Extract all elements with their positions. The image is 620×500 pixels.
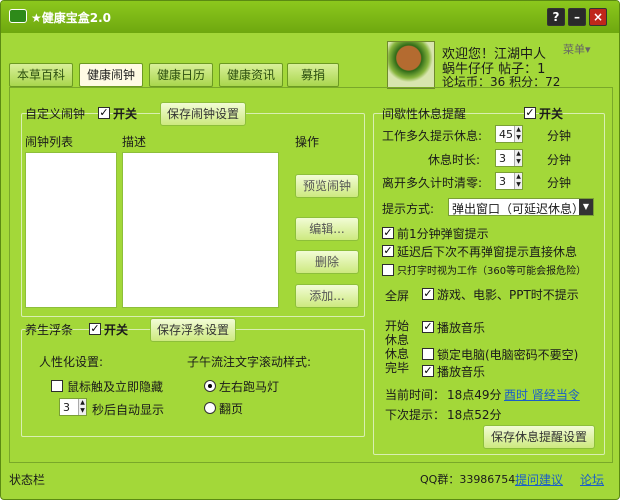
tab-news[interactable]: 健康资讯 <box>219 63 283 87</box>
float-bar-title: 养生浮条 <box>25 323 74 337</box>
delete-alarm-button[interactable]: 删除 <box>295 250 359 274</box>
description-label: 描述 <box>122 135 147 149</box>
qq-group-text: QQ群：33986754 <box>420 473 516 486</box>
stepper-arrows-icon[interactable]: ▲ ▼ <box>514 150 522 166</box>
typing-work-label: 只打字时视为工作（360等可能会报危险） <box>397 266 587 277</box>
stepper-arrows-icon[interactable]: ▲ ▼ <box>514 173 522 189</box>
stepper-arrows-icon[interactable]: ▲ ▼ <box>78 399 86 415</box>
rest-finish-label: 休息完毕 <box>385 347 410 375</box>
flip-radio[interactable] <box>204 402 216 414</box>
hide-on-touch-label: 鼠标触及立即隐藏 <box>67 380 164 394</box>
custom-alarm-title: 自定义闹钟 <box>25 107 86 121</box>
float-bar-checkbox[interactable]: ✓ <box>89 323 101 335</box>
lock-computer-checkbox[interactable] <box>422 348 434 360</box>
avatar <box>387 41 435 89</box>
app-window: ★健康宝盒2.0 ? – × 欢迎您！江湖中人 蜗牛仔仔 帖子：1 论坛币：36… <box>0 0 620 500</box>
alarm-list-label: 闹钟列表 <box>25 135 74 149</box>
minute-unit: 分钟 <box>547 153 572 167</box>
suggestion-link[interactable]: 提问建议 <box>515 471 563 488</box>
break-reminder-title: 间歇性休息提醒 <box>382 107 467 121</box>
tab-calendar[interactable]: 健康日历 <box>149 63 213 87</box>
personalized-settings-label: 人性化设置: <box>39 355 104 369</box>
start-music-checkbox[interactable]: ✓ <box>422 321 434 333</box>
delay-popup-checkbox[interactable]: ✓ <box>382 245 394 257</box>
add-alarm-button[interactable]: 添加... <box>295 284 359 308</box>
forum-link[interactable]: 论坛 <box>580 471 604 488</box>
auto-show-seconds-value: 3 <box>63 401 70 414</box>
operation-label: 操作 <box>295 135 320 149</box>
minute-unit: 分钟 <box>547 176 572 190</box>
away-reset-stepper[interactable]: 3 ▲ ▼ <box>495 172 523 190</box>
delay-popup-label: 延迟后下次不再弹窗提示直接休息 <box>397 245 578 259</box>
pre-popup-label: 前1分钟弹窗提示 <box>397 227 489 241</box>
away-reset-value: 3 <box>499 175 506 188</box>
start-music-label: 播放音乐 <box>437 321 486 335</box>
minimize-button[interactable]: – <box>568 8 586 26</box>
fullscreen-label: 全屏 <box>385 289 410 303</box>
rest-duration-stepper[interactable]: 3 ▲ ▼ <box>495 149 523 167</box>
break-reminder-toggle-label: 开关 <box>539 107 564 121</box>
scroll-style-label: 子午流注文字滚动样式: <box>187 355 312 369</box>
app-logo-icon <box>9 9 27 23</box>
save-alarm-button[interactable]: 保存闹钟设置 <box>160 102 246 126</box>
work-duration-stepper[interactable]: 45 ▲ ▼ <box>495 125 523 143</box>
save-break-reminder-button[interactable]: 保存休息提醒设置 <box>483 425 595 449</box>
current-meridian-link[interactable]: 酉时 肾经当令 <box>504 386 580 403</box>
preview-alarm-button[interactable]: 预览闹钟 <box>295 174 359 198</box>
window-title: ★健康宝盒2.0 <box>31 11 112 25</box>
fullscreen-text: 游戏、电影、PPT时不提示 <box>437 288 579 302</box>
current-time-label: 当前时间： <box>385 388 446 402</box>
auto-show-label: 秒后自动显示 <box>92 403 165 417</box>
float-bar-toggle-label: 开关 <box>104 323 129 337</box>
menu-button[interactable]: 菜单▾ <box>563 41 591 57</box>
rest-duration-value: 3 <box>499 152 506 165</box>
chevron-down-icon[interactable]: ▼ <box>579 199 593 215</box>
method-label: 提示方式: <box>382 202 435 216</box>
next-reminder-label: 下次提示： <box>385 408 446 422</box>
next-reminder-value: 18点52分 <box>447 408 502 422</box>
reminder-method-select[interactable]: 弹出窗口（可延迟休息） ▼ <box>448 198 594 216</box>
flip-label: 翻页 <box>219 402 244 416</box>
minute-unit: 分钟 <box>547 129 572 143</box>
hide-on-touch-checkbox[interactable] <box>51 380 63 392</box>
close-button[interactable]: × <box>589 8 607 26</box>
title-bar: ★健康宝盒2.0 ? – × <box>1 1 619 33</box>
fullscreen-checkbox[interactable]: ✓ <box>422 288 434 300</box>
marquee-label: 左右跑马灯 <box>219 380 280 394</box>
help-button[interactable]: ? <box>547 8 565 26</box>
save-float-button[interactable]: 保存浮条设置 <box>150 318 236 342</box>
edit-alarm-button[interactable]: 编辑... <box>295 217 359 241</box>
marquee-radio[interactable] <box>204 380 216 392</box>
finish-music-checkbox[interactable]: ✓ <box>422 365 434 377</box>
custom-alarm-toggle-label: 开关 <box>113 107 138 121</box>
tab-donate[interactable]: 募捐 <box>287 63 339 87</box>
alarm-list[interactable] <box>25 152 117 308</box>
reminder-method-value: 弹出窗口（可延迟休息） <box>452 202 585 216</box>
stepper-arrows-icon[interactable]: ▲ ▼ <box>514 126 522 142</box>
custom-alarm-checkbox[interactable]: ✓ <box>98 107 110 119</box>
finish-music-label: 播放音乐 <box>437 365 486 379</box>
tab-alarm[interactable]: 健康闹钟 <box>79 63 143 87</box>
rest-start-label: 开始休息 <box>385 319 410 347</box>
tab-herbal[interactable]: 本草百科 <box>9 63 73 87</box>
break-reminder-checkbox[interactable]: ✓ <box>524 107 536 119</box>
away-reset-label: 离开多久计时清零: <box>382 176 483 190</box>
pre-popup-checkbox[interactable]: ✓ <box>382 227 394 239</box>
work-duration-value: 45 <box>499 128 513 141</box>
current-time-value: 18点49分 <box>447 388 502 402</box>
work-duration-label: 工作多久提示休息: <box>382 129 483 143</box>
rest-duration-label: 休息时长: <box>428 153 481 167</box>
typing-work-checkbox[interactable] <box>382 264 394 276</box>
auto-show-seconds-stepper[interactable]: 3 ▲ ▼ <box>59 398 87 416</box>
description-box[interactable] <box>122 152 279 308</box>
lock-computer-label: 锁定电脑(电脑密码不要空) <box>437 348 579 362</box>
status-bar-text: 状态栏 <box>9 473 46 487</box>
